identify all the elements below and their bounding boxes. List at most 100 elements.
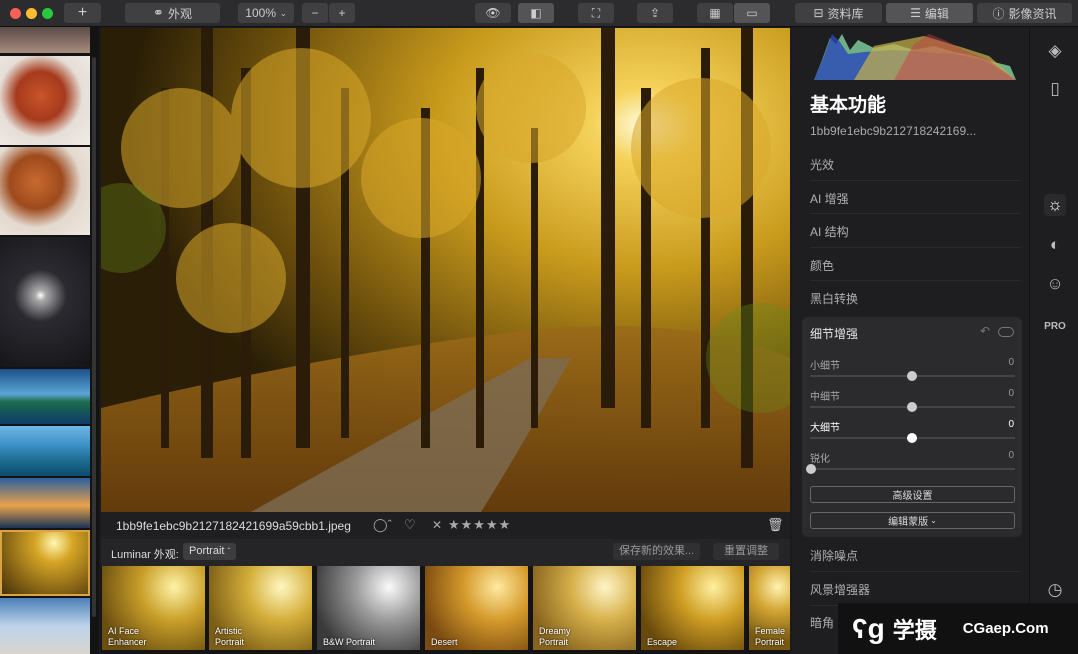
zoom-window-button[interactable]: [42, 8, 53, 19]
section-landscape-enhancer[interactable]: 风景增强器: [810, 581, 870, 598]
look-label-line2: Portrait: [755, 637, 785, 647]
info-icon: ⓘ: [992, 6, 1005, 21]
look-label: AI Face Enhancer: [108, 626, 147, 648]
palette-icon[interactable]: ◐: [1044, 234, 1066, 256]
thumbnail[interactable]: [0, 237, 90, 367]
look-label-line2: Enhancer: [108, 637, 147, 647]
look-label: Female Portrait: [755, 626, 785, 648]
reset-button[interactable]: 重置调整: [713, 543, 779, 560]
sun-icon[interactable]: ☼: [1044, 194, 1066, 216]
slider-knob[interactable]: [907, 371, 917, 381]
pro-icon[interactable]: PRO: [1044, 315, 1066, 337]
look-tile[interactable]: Artistic Portrait: [209, 566, 312, 650]
zoom-value: 100%: [245, 6, 276, 20]
watermark: ʕg 学摄 CGaep.Com: [838, 603, 1078, 654]
look-label-line2: Portrait: [215, 637, 245, 647]
section-color[interactable]: 颜色: [810, 257, 834, 274]
looks-button[interactable]: ⚭ 外观: [125, 3, 220, 23]
tab-info[interactable]: ⓘ 影像资讯: [977, 3, 1072, 23]
detail-enhance-card: 细节增强 ↶ 小细节 0 中细节 0 大细节 0 锐化 0 高级设置 编辑蒙版 ⌄: [802, 317, 1022, 537]
trash-icon[interactable]: 🗑: [767, 517, 784, 533]
panel-file-id: 1bb9fe1ebc9b212718242169...: [810, 124, 977, 138]
thumbnail[interactable]: [0, 598, 90, 654]
section-lighting[interactable]: 光效: [810, 156, 834, 173]
look-tile[interactable]: Female Portrait: [749, 566, 790, 650]
star-rating[interactable]: ★★★★★: [448, 517, 511, 533]
zoom-out-label: −: [311, 6, 319, 20]
looks-icon: ⚭: [153, 5, 164, 20]
thumbnail[interactable]: [0, 27, 90, 53]
chevron-down-icon: ⌄: [280, 8, 287, 18]
watermark-site: CGaep.Com: [962, 620, 1049, 637]
slider-value: 0: [1008, 388, 1014, 399]
layers-icon[interactable]: ◈: [1044, 40, 1066, 62]
slider-knob[interactable]: [907, 433, 917, 443]
look-tile[interactable]: Desert: [425, 566, 528, 650]
thumbnail[interactable]: [0, 426, 90, 476]
thumbnail[interactable]: [0, 56, 90, 145]
look-label: Artistic Portrait: [215, 626, 244, 648]
color-label-icon[interactable]: ◯ˆ: [373, 517, 392, 533]
panel-title: 基本功能: [810, 95, 887, 116]
add-button[interactable]: +: [64, 3, 101, 23]
tab-library[interactable]: ⊟ 资料库: [795, 3, 882, 23]
divider: [810, 180, 1020, 181]
look-tile[interactable]: B&W Portrait: [317, 566, 420, 650]
section-denoise[interactable]: 消除噪点: [810, 547, 858, 564]
look-tile[interactable]: Escape: [641, 566, 744, 650]
history-icon[interactable]: ◷: [1044, 579, 1066, 601]
preview-button[interactable]: 👁: [475, 3, 511, 23]
thumbnail-selected[interactable]: [0, 530, 90, 596]
look-tile[interactable]: Dreamy Portrait: [533, 566, 636, 650]
section-bw-convert[interactable]: 黑白转换: [810, 290, 858, 307]
zoom-select[interactable]: 100% ⌄: [238, 3, 294, 23]
face-icon[interactable]: ☺: [1044, 273, 1066, 295]
tab-edit[interactable]: ☰ 编辑: [886, 3, 973, 23]
divider: [810, 280, 1020, 281]
grid-view-button[interactable]: ▦: [697, 3, 733, 23]
detail-title[interactable]: 细节增强: [810, 325, 858, 342]
tab-info-label: 影像资讯: [1008, 6, 1057, 21]
look-tile[interactable]: AI Face Enhancer: [102, 566, 205, 650]
histogram: [814, 34, 1016, 80]
canvas-icon[interactable]: ▯: [1044, 78, 1066, 100]
reject-icon[interactable]: ✕: [432, 518, 442, 532]
section-ai-structure[interactable]: AI 结构: [810, 223, 849, 240]
single-view-button[interactable]: ▭: [734, 3, 770, 23]
looks-category-value: Portrait: [189, 545, 225, 557]
slider-knob[interactable]: [907, 402, 917, 412]
filmstrip-scrollbar[interactable]: [92, 57, 96, 617]
compare-button[interactable]: ◧: [518, 3, 554, 23]
edit-mask-button[interactable]: 编辑蒙版 ⌄: [810, 512, 1015, 529]
share-button[interactable]: ⇪: [637, 3, 673, 23]
share-icon: ⇪: [649, 6, 661, 20]
undo-icon[interactable]: ↶: [980, 324, 990, 338]
close-window-button[interactable]: [10, 8, 21, 19]
thumbnail[interactable]: [0, 369, 90, 424]
look-label-line2: Escape: [647, 637, 678, 647]
look-label-line1: Artistic: [215, 626, 242, 636]
look-label: Escape: [647, 626, 677, 648]
plus-icon: +: [77, 4, 88, 21]
look-label-line1: Dreamy: [539, 626, 571, 636]
divider: [810, 247, 1020, 248]
minimize-window-button[interactable]: [26, 8, 37, 19]
section-vignette[interactable]: 暗角: [810, 614, 834, 631]
slider-knob[interactable]: [806, 464, 816, 474]
toggle-switch[interactable]: [998, 327, 1014, 337]
zoom-in-button[interactable]: +: [329, 3, 355, 23]
looks-category-select[interactable]: Portrait ˆ: [183, 543, 237, 560]
thumbnail[interactable]: [0, 478, 90, 528]
section-ai-enhance[interactable]: AI 增强: [810, 190, 849, 207]
filmstrip: [0, 27, 99, 654]
heart-icon[interactable]: ♡: [404, 517, 416, 533]
main-photo[interactable]: [101, 28, 790, 512]
slider-sharpen[interactable]: [810, 468, 1015, 470]
crop-button[interactable]: ⛶: [578, 3, 614, 23]
slider-label: 锐化: [810, 454, 830, 465]
zoom-out-button[interactable]: −: [302, 3, 328, 23]
thumbnail[interactable]: [0, 147, 90, 235]
tab-edit-label: 编辑: [924, 6, 949, 21]
save-look-button[interactable]: 保存新的效果...: [613, 543, 701, 560]
advanced-settings-button[interactable]: 高级设置: [810, 486, 1015, 503]
